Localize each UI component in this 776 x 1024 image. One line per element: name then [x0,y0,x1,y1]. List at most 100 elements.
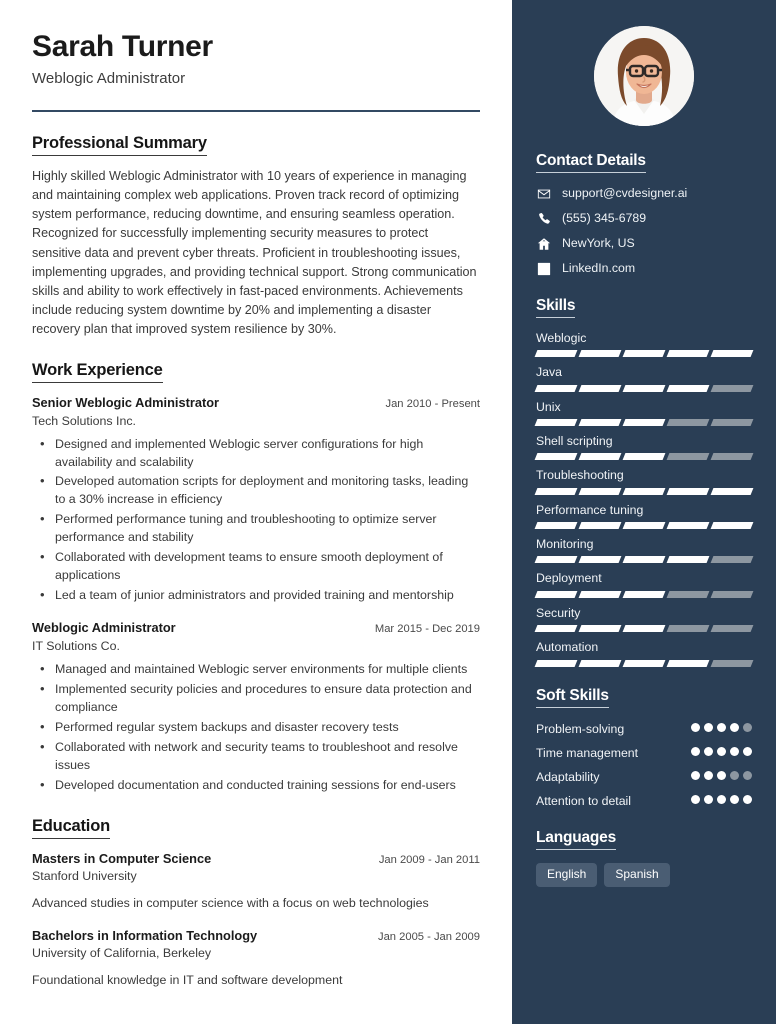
skill-name: Java [536,365,562,380]
skill-bar-segment [710,453,754,461]
skill-bar-segment [578,487,622,495]
soft-skill-dot [691,722,700,732]
skill-row: Monitoring [534,537,754,564]
skill-bar-segment [666,590,710,598]
skill-name: Automation [536,640,599,655]
section-heading-contact: Contact Details [536,152,646,173]
skill-row: Troubleshooting [534,468,754,495]
skill-bar-segment [622,384,666,392]
work-bullet-item: Designed and implemented Weblogic server… [40,435,480,472]
contact-row[interactable]: support@cvdesigner.ai [536,186,752,202]
work-entry-role: Senior Weblogic Administrator [32,395,219,411]
skill-bar-segment [578,659,622,667]
skill-bar-segment [710,419,754,427]
skill-row: Deployment [534,571,754,598]
skill-bar-segment [578,522,622,530]
education-entry: Masters in Computer Science Jan 2009 - Ja… [32,850,480,913]
skill-name: Weblogic [536,330,587,345]
education-entry-date: Jan 2005 - Jan 2009 [377,930,480,943]
section-heading-soft-skills: Soft Skills [536,687,609,708]
skill-bar-segment [578,590,622,598]
skill-level-bar [534,350,754,358]
education-entry-degree: Bachelors in Information Technology [32,927,258,943]
skill-level-bar [534,453,754,461]
header-block: Sarah Turner Weblogic Administrator [32,30,480,112]
candidate-job-title: Weblogic Administrator [32,70,186,87]
skill-level-bar [534,659,754,667]
header-divider [32,110,480,112]
skill-name: Shell scripting [536,434,613,449]
soft-skill-row: Problem-solving [536,721,752,737]
soft-skill-rating [691,721,752,732]
soft-skill-name: Problem-solving [536,721,625,736]
skill-row: Security [534,606,754,633]
skill-bar-segment [534,625,578,633]
skill-bar-segment [534,556,578,564]
skill-row: Java [534,365,754,392]
envelope-icon [536,186,551,201]
contact-row[interactable]: LinkedIn.com [536,261,752,277]
work-bullet-item: Implemented security policies and proced… [40,680,480,717]
sidebar: Contact Details support@cvdesigner.ai (55… [512,0,776,1024]
skill-bar-segment [534,453,578,461]
skill-bar-segment [710,625,754,633]
work-bullet-item: Performed regular system backups and dis… [40,718,480,737]
section-skills: Skills Weblogic Java Unix Shell scripting Tr… [534,297,754,667]
section-education: Education Masters in Computer Science Jan… [32,817,480,990]
skill-bar-segment [710,487,754,495]
skill-bar-segment [622,522,666,530]
skill-bar-segment [534,659,578,667]
soft-skill-dot [704,770,713,780]
skill-bar-segment [622,487,666,495]
contact-row[interactable]: (555) 345-6789 [536,211,752,227]
skill-bar-segment [710,659,754,667]
skill-bar-segment [710,590,754,598]
education-entry-degree: Masters in Computer Science [32,850,212,866]
contact-value: LinkedIn.com [562,260,636,275]
skill-bar-segment [622,590,666,598]
soft-skill-rating [691,793,752,805]
work-bullet-item: Collaborated with network and security t… [40,738,480,775]
skill-level-bar [534,384,754,392]
skill-level-bar [534,487,754,495]
work-entry-bullets: Designed and implemented Weblogic server… [32,435,480,606]
education-entry-date: Jan 2009 - Jan 2011 [378,853,480,866]
skill-row: Weblogic [534,330,754,358]
soft-skill-dot [730,795,739,805]
skill-row: Automation [534,640,754,667]
skill-level-bar [534,522,754,530]
education-entry-school: University of California, Berkeley [32,946,212,961]
skill-bar-segment [534,487,578,495]
skill-bar-segment [666,384,710,392]
soft-skill-dot [704,795,713,805]
skill-bar-segment [622,556,666,564]
skill-bar-segment [710,350,754,358]
skill-bar-segment [666,419,710,427]
skill-bar-segment [666,487,710,495]
soft-skill-name: Attention to detail [536,794,632,809]
soft-skill-row: Adaptability [536,769,752,785]
languages-list: English Spanish [536,863,752,888]
soft-skill-dot [743,770,752,780]
soft-skill-dot [743,795,752,805]
skill-name: Monitoring [536,537,594,552]
section-work-experience: Work Experience Senior Weblogic Administ… [32,361,480,794]
section-heading-education: Education [32,817,110,839]
contact-row[interactable]: NewYork, US [536,236,752,252]
education-list: Masters in Computer Science Jan 2009 - Ja… [32,850,480,990]
skill-bar-segment [534,419,578,427]
skill-bar-segment [622,419,666,427]
skill-bar-segment [578,384,622,392]
work-bullet-item: Performed performance tuning and trouble… [40,510,480,547]
skill-bar-segment [622,659,666,667]
skill-bar-segment [710,522,754,530]
work-bullet-item: Developed documentation and conducted tr… [40,776,480,795]
skill-bar-segment [622,453,666,461]
contact-value: support@cvdesigner.ai [562,186,688,200]
skill-bar-segment [534,350,578,358]
work-list: Senior Weblogic Administrator Jan 2010 - … [32,394,480,794]
skill-level-bar [534,419,754,427]
resume-page: Sarah Turner Weblogic Administrator Prof… [0,0,776,1024]
work-bullet-item: Managed and maintained Weblogic server e… [40,660,480,679]
education-entry-head: Masters in Computer Science Jan 2009 - Ja… [32,850,480,867]
